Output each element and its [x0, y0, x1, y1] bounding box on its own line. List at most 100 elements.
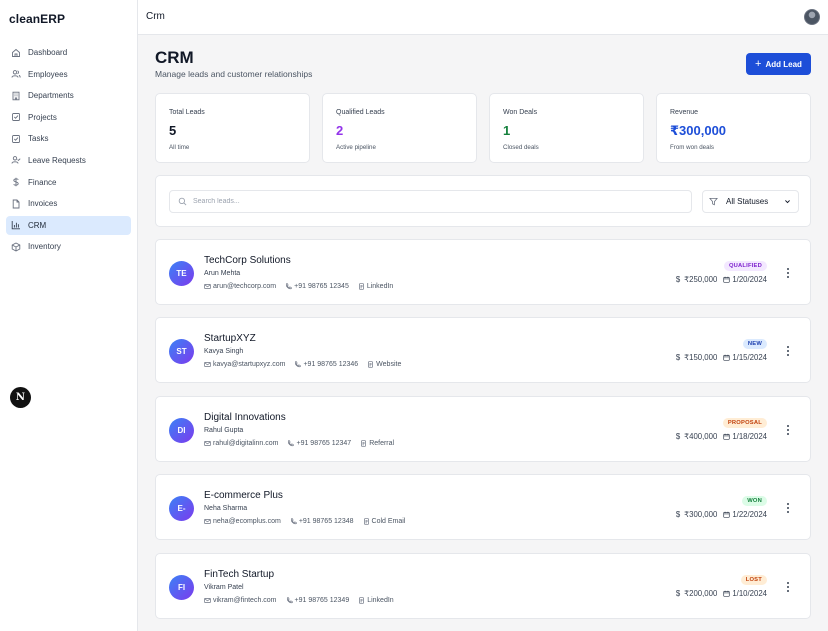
dollar-icon: $ — [675, 353, 681, 362]
bar-chart-icon — [11, 220, 21, 230]
lead-value: ₹200,000 — [684, 589, 718, 598]
lead-avatar: TE — [169, 261, 194, 286]
sidebar-item-label: Employees — [28, 69, 68, 79]
lead-card[interactable]: DI Digital Innovations Rahul Gupta rahul… — [155, 396, 811, 462]
user-check-icon — [11, 155, 21, 165]
lead-card[interactable]: ST StartupXYZ Kavya Singh kavya@startupx… — [155, 317, 811, 383]
status-badge: NEW — [742, 339, 767, 349]
phone-icon — [288, 440, 295, 447]
lead-right: QUALIFIED $ ₹250,000 1/20/2024 — [647, 261, 767, 291]
more-options-icon[interactable] — [786, 503, 790, 513]
document-icon — [363, 518, 369, 525]
filter-bar: All Statuses — [155, 175, 811, 227]
user-avatar[interactable] — [804, 9, 820, 25]
document-icon — [359, 597, 365, 604]
phone-icon — [286, 283, 292, 290]
lead-value: ₹150,000 — [684, 353, 718, 362]
sidebar-nav: Dashboard Employees Departments Projects… — [6, 43, 131, 259]
sidebar-item-dashboard[interactable]: Dashboard — [6, 43, 131, 62]
calendar-icon — [723, 354, 730, 361]
sidebar-item-leave-requests[interactable]: Leave Requests — [6, 151, 131, 170]
lead-email-text: rahul@digitalinn.com — [213, 440, 279, 447]
lead-avatar: ST — [169, 339, 194, 364]
lead-phone-text: +91 98765 12348 — [298, 518, 354, 525]
sidebar-item-finance[interactable]: Finance — [6, 173, 131, 192]
stat-value: 1 — [503, 123, 511, 138]
sidebar-item-projects[interactable]: Projects — [6, 108, 131, 127]
stat-sub: All time — [169, 144, 190, 151]
lead-phone: +91 98765 12347 — [287, 440, 351, 447]
lead-card[interactable]: TE TechCorp Solutions Arun Mehta arun@te… — [155, 239, 811, 305]
dev-tools-badge[interactable]: N — [10, 387, 31, 408]
lead-card[interactable]: E- E-commerce Plus Neha Sharma neha@ecom… — [155, 474, 811, 540]
main-content: CRM Manage leads and customer relationsh… — [138, 36, 828, 631]
status-badge: QUALIFIED — [723, 261, 767, 271]
more-options-icon[interactable] — [786, 346, 790, 356]
lead-email-text: kavya@startupxyz.com — [213, 361, 286, 368]
mail-icon — [204, 519, 211, 524]
lead-email-text: arun@techcorp.com — [213, 283, 277, 290]
lead-value-row: $ ₹250,000 1/20/2024 — [676, 275, 767, 284]
mail-icon — [204, 441, 211, 446]
lead-email: rahul@digitalinn.com — [204, 440, 278, 447]
lead-date: 1/15/2024 — [732, 353, 767, 362]
sidebar-item-invoices[interactable]: Invoices — [6, 194, 131, 213]
calendar-icon — [723, 590, 730, 597]
add-lead-button[interactable]: + Add Lead — [746, 53, 811, 75]
checkbox-icon — [11, 134, 21, 144]
lead-phone: +91 98765 12349 — [286, 597, 350, 604]
stat-card-total-leads: Total Leads 5 All time — [155, 93, 310, 163]
stat-label: Won Deals — [503, 109, 538, 116]
sidebar-item-label: Inventory — [28, 242, 61, 252]
lead-meta: vikram@fintech.com +91 98765 12349 Linke… — [204, 597, 403, 604]
sidebar-item-label: Projects — [28, 112, 57, 122]
lead-date: 1/20/2024 — [732, 275, 767, 284]
sidebar-item-employees[interactable]: Employees — [6, 65, 131, 84]
checkbox-icon — [11, 112, 21, 122]
lead-right: WON $ ₹300,000 1/22/2024 — [647, 496, 767, 526]
calendar-icon — [723, 511, 730, 518]
lead-phone-text: +91 98765 12349 — [294, 597, 350, 604]
search-input[interactable] — [193, 198, 673, 205]
status-filter-select[interactable]: All Statuses — [702, 190, 799, 213]
lead-value: ₹400,000 — [684, 432, 718, 441]
stat-sub: Closed deals — [503, 144, 539, 151]
filter-icon — [709, 197, 718, 206]
stat-card-qualified-leads: Qualified Leads 2 Active pipeline — [322, 93, 477, 163]
lead-source: Cold Email — [363, 518, 405, 525]
sidebar-item-inventory[interactable]: Inventory — [6, 237, 131, 256]
lead-source: LinkedIn — [358, 283, 393, 290]
search-icon — [178, 197, 187, 206]
status-badge: WON — [742, 496, 767, 506]
building-icon — [11, 91, 21, 101]
sidebar-item-label: Dashboard — [28, 48, 68, 57]
more-options-icon[interactable] — [786, 268, 790, 278]
mail-icon — [204, 598, 211, 603]
dollar-icon: $ — [675, 589, 681, 598]
more-options-icon[interactable] — [786, 425, 790, 435]
lead-right: NEW $ ₹150,000 1/15/2024 — [647, 339, 767, 369]
lead-phone-text: +91 98765 12346 — [303, 361, 359, 368]
more-options-icon[interactable] — [786, 582, 790, 592]
sidebar-item-label: Tasks — [28, 134, 49, 144]
lead-card[interactable]: FI FinTech Startup Vikram Patel vikram@f… — [155, 553, 811, 619]
lead-source-text: Website — [376, 361, 402, 368]
lead-value-row: $ ₹400,000 1/18/2024 — [676, 432, 767, 441]
sidebar-item-departments[interactable]: Departments — [6, 86, 131, 105]
sidebar-item-tasks[interactable]: Tasks — [6, 129, 131, 148]
status-badge: LOST — [740, 575, 767, 585]
brand-logo[interactable]: cleanERP — [9, 12, 65, 26]
stat-label: Revenue — [670, 109, 699, 116]
lead-phone: +91 98765 12345 — [285, 283, 349, 290]
lead-avatar: DI — [169, 418, 194, 443]
lead-company: FinTech Startup — [204, 569, 275, 580]
lead-email-text: neha@ecomplus.com — [213, 518, 281, 525]
sidebar-item-label: Departments — [28, 91, 74, 101]
stat-sub: From won deals — [670, 144, 715, 151]
search-box[interactable] — [169, 190, 692, 213]
sidebar-item-crm[interactable]: CRM — [6, 215, 131, 235]
lead-source: LinkedIn — [358, 597, 394, 604]
dollar-icon — [11, 177, 21, 187]
lead-contact-name: Vikram Patel — [204, 584, 244, 591]
lead-source-text: LinkedIn — [366, 283, 394, 290]
